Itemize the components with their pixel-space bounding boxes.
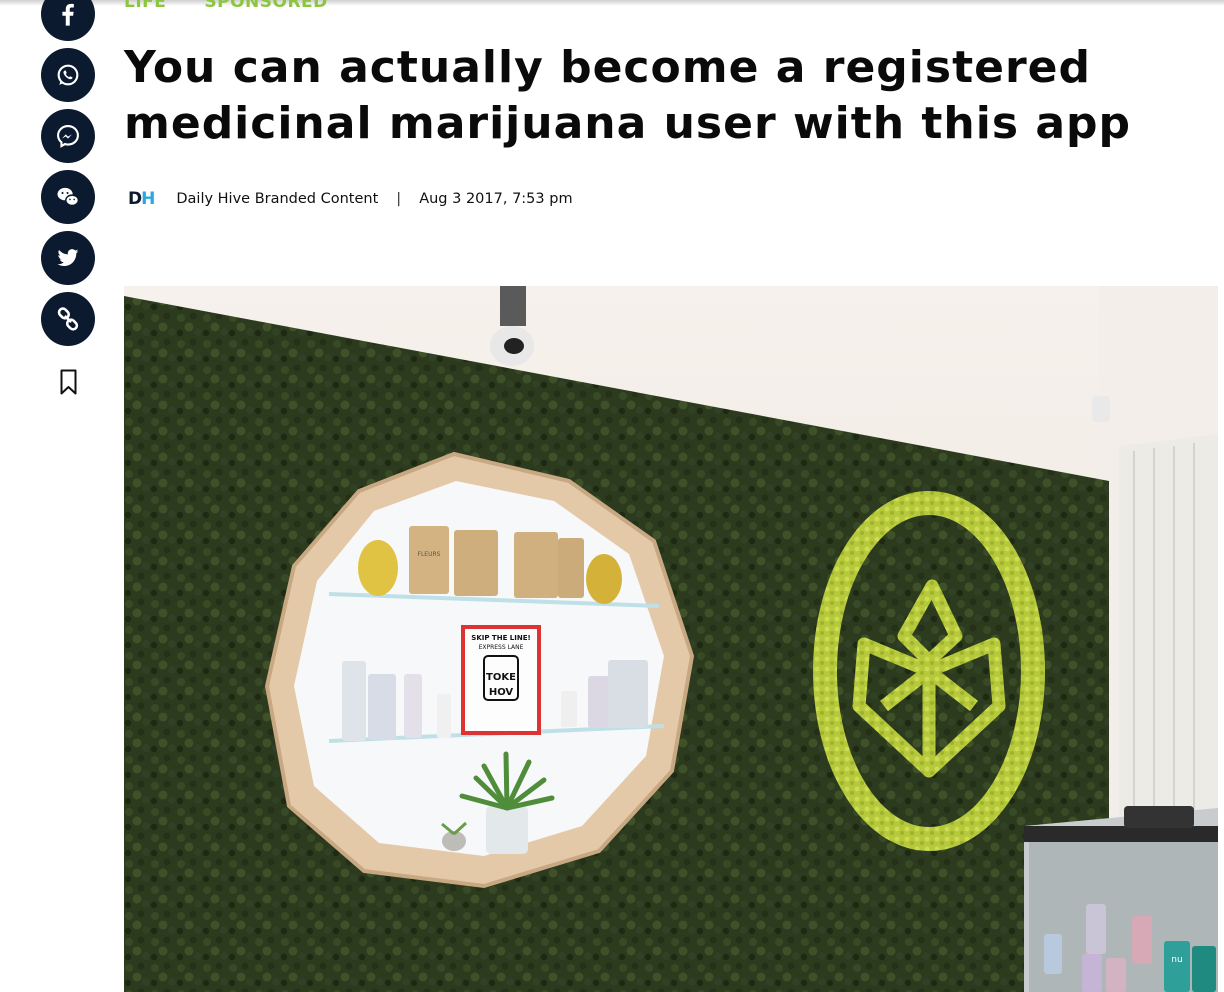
daily-hive-logo: DH (128, 189, 155, 209)
twitter-share-button[interactable] (41, 231, 95, 285)
link-icon (57, 307, 79, 331)
whatsapp-share-button[interactable] (41, 48, 95, 102)
can-label: nu (1171, 955, 1182, 965)
category-sponsored-link[interactable]: SPONSORED (204, 0, 327, 12)
facebook-icon (62, 3, 74, 26)
author-link[interactable]: Daily Hive Branded Content (176, 191, 378, 207)
category-life-link[interactable]: LIFE (124, 0, 166, 12)
sign-line3: TOKE (486, 672, 516, 683)
byline: DH Daily Hive Branded Content | Aug 3 20… (128, 189, 573, 209)
article-title: You can actually become a registered med… (124, 42, 1132, 149)
hero-image: FLEURS SKIP THE LINE! EXPRESS LANE TOKE … (124, 286, 1218, 992)
wechat-icon (57, 187, 80, 207)
wechat-share-button[interactable] (41, 170, 95, 224)
bookmark-icon[interactable] (60, 369, 77, 395)
sign-line4: HOV (489, 687, 514, 698)
whatsapp-icon (57, 64, 79, 86)
pouch-label: FLEURS (418, 551, 441, 558)
messenger-share-button[interactable] (41, 109, 95, 163)
facebook-share-button[interactable] (41, 0, 95, 41)
messenger-icon (57, 125, 79, 148)
category-tags: LIFE SPONSORED (124, 0, 328, 12)
sign-line1: SKIP THE LINE! (471, 634, 530, 642)
twitter-icon (57, 249, 79, 267)
byline-separator: | (396, 191, 402, 207)
copy-link-button[interactable] (41, 292, 95, 346)
publish-date: Aug 3 2017, 7:53 pm (419, 191, 573, 207)
sign-line2: EXPRESS LANE (479, 644, 524, 651)
